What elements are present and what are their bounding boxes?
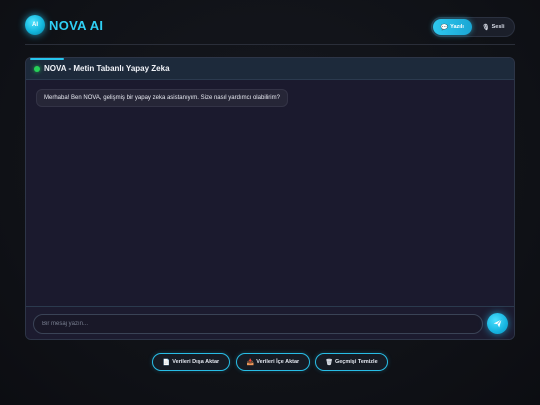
chat-title: NOVA - Metin Tabanlı Yapay Zeka bbox=[44, 64, 170, 73]
mode-toggle: 💬 Yazılı 🎙 Sesli bbox=[431, 17, 515, 37]
import-data-label: Verileri İçe Aktar bbox=[256, 359, 300, 365]
message-composer bbox=[26, 306, 514, 339]
send-button[interactable] bbox=[487, 313, 508, 334]
app-title: NOVA AI bbox=[49, 18, 104, 33]
assistant-message: Merhaba! Ben NOVA, gelişmiş bir yapay ze… bbox=[36, 89, 288, 107]
logo-badge-text: AI bbox=[32, 22, 38, 28]
data-actions: 📄 Verileri Dışa Aktar 📥 Verileri İçe Akt… bbox=[152, 353, 388, 371]
document-import-icon: 📥 bbox=[246, 359, 255, 366]
voice-mode-button[interactable]: 🎙 Sesli bbox=[474, 19, 514, 35]
online-status-icon bbox=[34, 66, 40, 72]
chat-icon: 💬 bbox=[440, 24, 449, 31]
header-divider bbox=[25, 44, 515, 45]
message-list[interactable]: Merhaba! Ben NOVA, gelişmiş bir yapay ze… bbox=[26, 80, 514, 306]
export-data-button[interactable]: 📄 Verileri Dışa Aktar bbox=[152, 353, 230, 371]
clear-history-button[interactable]: 🗑 Geçmişi Temizle bbox=[315, 353, 388, 371]
text-mode-label: Yazılı bbox=[450, 24, 464, 30]
import-data-button[interactable]: 📥 Verileri İçe Aktar bbox=[236, 353, 310, 371]
export-data-label: Verileri Dışa Aktar bbox=[172, 359, 220, 365]
microphone-icon: 🎙 bbox=[482, 24, 490, 31]
app-header: AI NOVA AI 💬 Yazılı 🎙 Sesli bbox=[25, 15, 515, 37]
voice-mode-label: Sesli bbox=[491, 24, 505, 30]
message-input[interactable] bbox=[33, 314, 483, 334]
text-mode-button[interactable]: 💬 Yazılı bbox=[433, 19, 472, 35]
chat-header: NOVA - Metin Tabanlı Yapay Zeka bbox=[26, 58, 514, 80]
trash-icon: 🗑 bbox=[325, 359, 333, 366]
chat-panel: NOVA - Metin Tabanlı Yapay Zeka Merhaba!… bbox=[25, 57, 515, 340]
clear-history-label: Geçmişi Temizle bbox=[334, 359, 378, 365]
paper-plane-icon bbox=[493, 319, 502, 328]
header-accent-line bbox=[30, 58, 64, 60]
logo-icon: AI bbox=[25, 15, 45, 35]
document-export-icon: 📄 bbox=[162, 359, 171, 366]
